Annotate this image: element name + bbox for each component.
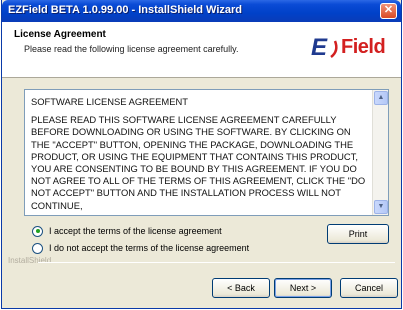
installshield-brand: InstallShield [8,256,52,265]
close-button[interactable]: ✕ [380,3,397,19]
license-text-box[interactable]: SOFTWARE LICENSE AGREEMENT PLEASE READ T… [24,89,389,216]
cancel-button[interactable]: Cancel [340,278,398,298]
license-body: PLEASE READ THIS SOFTWARE LICENSE AGREEM… [31,114,366,211]
footer-divider [38,262,395,263]
page-title: License Agreement [14,29,106,40]
decline-radio[interactable] [32,242,43,254]
back-button[interactable]: < Back [212,278,270,298]
vertical-scrollbar[interactable]: ▲ ▼ [372,90,388,215]
installer-window: EZField BETA 1.0.99.00 - InstallShield W… [1,0,402,309]
print-button[interactable]: Print [327,224,389,244]
wizard-header: License Agreement Please read the follow… [2,22,401,78]
accept-radio[interactable] [32,225,43,237]
ezfield-logo: E Field [311,34,391,64]
logo-e-letter: E [311,34,328,61]
page-subtitle: Please read the following license agreem… [24,44,239,54]
next-button[interactable]: Next > [274,278,332,298]
decline-label: I do not accept the terms of the license… [49,243,250,253]
logo-field-text: Field [341,36,386,58]
license-heading: SOFTWARE LICENSE AGREEMENT [31,96,188,107]
accept-label: I accept the terms of the license agreem… [49,226,222,236]
accept-option[interactable]: I accept the terms of the license agreem… [32,224,222,238]
scroll-up-icon[interactable]: ▲ [374,91,388,105]
window-title: EZField BETA 1.0.99.00 - InstallShield W… [8,4,243,16]
title-bar[interactable]: EZField BETA 1.0.99.00 - InstallShield W… [2,0,401,22]
scroll-down-icon[interactable]: ▼ [374,200,388,214]
decline-option[interactable]: I do not accept the terms of the license… [32,241,249,255]
license-text: SOFTWARE LICENSE AGREEMENT PLEASE READ T… [31,96,369,214]
